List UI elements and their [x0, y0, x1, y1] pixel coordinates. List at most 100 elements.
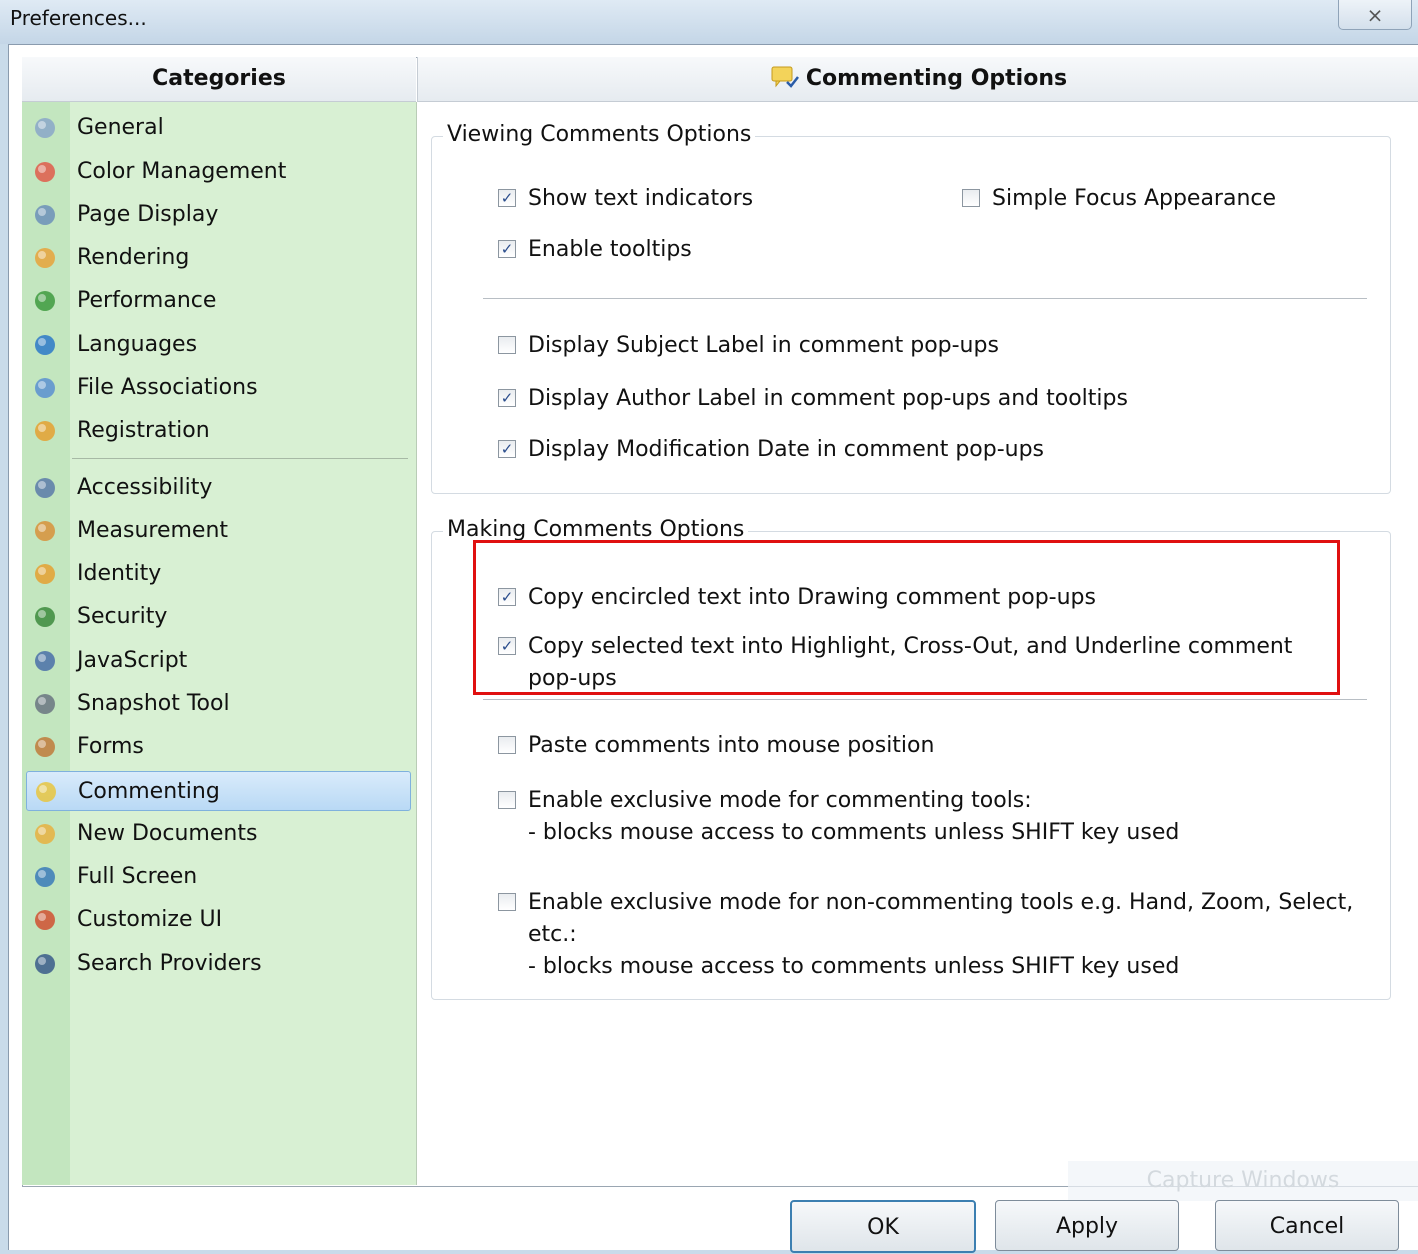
apply-button[interactable]: Apply [995, 1200, 1179, 1251]
sidebar-item-general[interactable]: General [26, 108, 410, 148]
sidebar-item-label: Accessibility [77, 475, 213, 500]
color-balls-icon [32, 159, 60, 185]
sidebar-item-performance[interactable]: Performance [26, 281, 410, 321]
checkbox-label: Display Author Label in comment pop-ups … [528, 386, 1128, 411]
viewing-group-legend: Viewing Comments Options [443, 122, 756, 147]
sidebar-item-forms[interactable]: Forms [26, 727, 410, 767]
sidebar-item-registration[interactable]: Registration [26, 411, 410, 451]
sidebar-item-label: Forms [77, 734, 144, 759]
brush-icon [32, 245, 60, 271]
window-title: Preferences... [10, 6, 147, 30]
exclusive-commenting-checkbox[interactable]: Enable exclusive mode for commenting too… [498, 788, 1298, 852]
sidebar-item-new-documents[interactable]: New Documents [26, 814, 410, 854]
sidebar-item-label: Page Display [77, 202, 219, 227]
sidebar-item-measurement[interactable]: Measurement [26, 511, 410, 551]
sidebar-item-label: Full Screen [77, 864, 198, 889]
user-check-icon [32, 561, 60, 587]
checkbox-box[interactable] [498, 791, 516, 809]
checkbox-description: - blocks mouse access to comments unless… [528, 954, 1180, 979]
sidebar-item-languages[interactable]: Languages [26, 325, 410, 365]
sidebar-item-label: JavaScript [77, 648, 188, 673]
magnifier-page-icon [32, 202, 60, 228]
viewing-separator [483, 298, 1367, 299]
paste-mouse-position-checkbox[interactable]: Paste comments into mouse position [498, 733, 1298, 763]
checkbox-box[interactable]: ✓ [498, 440, 516, 458]
categories-header: Categories [22, 57, 416, 102]
ok-button[interactable]: OK [790, 1200, 976, 1253]
display-author-checkbox[interactable]: ✓ Display Author Label in comment pop-up… [498, 386, 1298, 416]
new-doc-icon [32, 821, 60, 847]
sidebar-item-identity[interactable]: Identity [26, 554, 410, 594]
checkbox-box[interactable]: ✓ [498, 240, 516, 258]
sidebar-item-label: Search Providers [77, 951, 262, 976]
sidebar-item-javascript[interactable]: JavaScript [26, 641, 410, 681]
sidebar-item-label: New Documents [77, 821, 258, 846]
file-assoc-icon [32, 375, 60, 401]
checkbox-box[interactable] [498, 736, 516, 754]
close-button[interactable]: ⨯ [1338, 0, 1412, 30]
sidebar-item-label: Identity [77, 561, 162, 586]
annotation-highlight [473, 540, 1340, 695]
pencil-icon [32, 518, 60, 544]
sidebar-item-label: Snapshot Tool [77, 691, 230, 716]
sidebar-item-customize-ui[interactable]: Customize UI [26, 900, 410, 940]
sidebar-item-search-providers[interactable]: Search Providers [26, 944, 410, 984]
checkbox-label: Show text indicators [528, 186, 754, 211]
paint-icon [32, 907, 60, 933]
checkbox-box[interactable] [498, 336, 516, 354]
sidebar-item-rendering[interactable]: Rendering [26, 238, 410, 278]
category-divider [72, 458, 408, 459]
fullscreen-icon [32, 864, 60, 890]
checkbox-label: Simple Focus Appearance [992, 186, 1277, 211]
capture-watermark: Capture Windows [1068, 1161, 1418, 1201]
checkbox-description: - blocks mouse access to comments unless… [528, 820, 1180, 845]
sidebar-item-label: Registration [77, 418, 210, 443]
checkbox-label: Display Subject Label in comment pop-ups [528, 333, 999, 358]
sidebar-item-accessibility[interactable]: Accessibility [26, 468, 410, 508]
shield-icon [32, 604, 60, 630]
sidebar-item-snapshot-tool[interactable]: Snapshot Tool [26, 684, 410, 724]
checkbox-label: Enable exclusive mode for non-commenting… [528, 890, 1354, 915]
enable-tooltips-checkbox[interactable]: ✓ Enable tooltips [498, 237, 938, 267]
sidebar-item-page-display[interactable]: Page Display [26, 195, 410, 235]
sidebar-item-commenting[interactable]: Commenting [26, 771, 411, 811]
options-header: Commenting Options [417, 57, 1418, 102]
checkbox-label: Enable tooltips [528, 237, 692, 262]
sidebar-item-label: Rendering [77, 245, 190, 270]
chart-icon [32, 288, 60, 314]
cancel-button[interactable]: Cancel [1215, 1200, 1399, 1251]
simple-focus-checkbox[interactable]: Simple Focus Appearance [962, 186, 1362, 216]
sidebar-item-security[interactable]: Security [26, 597, 410, 637]
show-text-indicators-checkbox[interactable]: ✓ Show text indicators [498, 186, 938, 216]
camera-icon [32, 691, 60, 717]
sidebar-item-label: Performance [77, 288, 217, 313]
search-provider-icon [32, 951, 60, 977]
display-subject-checkbox[interactable]: Display Subject Label in comment pop-ups [498, 333, 1298, 363]
options-title: Commenting Options [805, 66, 1068, 91]
js-icon [32, 648, 60, 674]
sidebar-item-label: File Associations [77, 375, 258, 400]
checkbox-box[interactable]: ✓ [498, 389, 516, 407]
making-group-legend: Making Comments Options [443, 517, 749, 542]
checkbox-box[interactable] [498, 893, 516, 911]
checkbox-box[interactable]: ✓ [498, 189, 516, 207]
sidebar-item-color-management[interactable]: Color Management [26, 152, 410, 192]
sidebar-item-label: General [77, 115, 164, 140]
making-separator [483, 699, 1367, 700]
checkbox-label-continued: etc.: [528, 922, 577, 947]
checkbox-label: Paste comments into mouse position [528, 733, 935, 758]
exclusive-noncommenting-checkbox[interactable]: Enable exclusive mode for non-commenting… [498, 890, 1358, 986]
title-bar: Preferences... ⨯ [0, 0, 1418, 44]
checkbox-label: Enable exclusive mode for commenting too… [528, 788, 1032, 813]
sidebar-item-label: Languages [77, 332, 198, 357]
checkbox-box[interactable] [962, 189, 980, 207]
gears-icon [32, 115, 60, 141]
form-icon [32, 734, 60, 760]
comment-icon [771, 66, 799, 88]
sidebar-item-label: Measurement [77, 518, 229, 543]
sidebar-item-label: Security [77, 604, 168, 629]
sidebar-item-file-associations[interactable]: File Associations [26, 368, 410, 408]
display-mod-date-checkbox[interactable]: ✓ Display Modification Date in comment p… [498, 437, 1298, 467]
sidebar-item-full-screen[interactable]: Full Screen [26, 857, 410, 897]
checkbox-label: Display Modification Date in comment pop… [528, 437, 1045, 462]
